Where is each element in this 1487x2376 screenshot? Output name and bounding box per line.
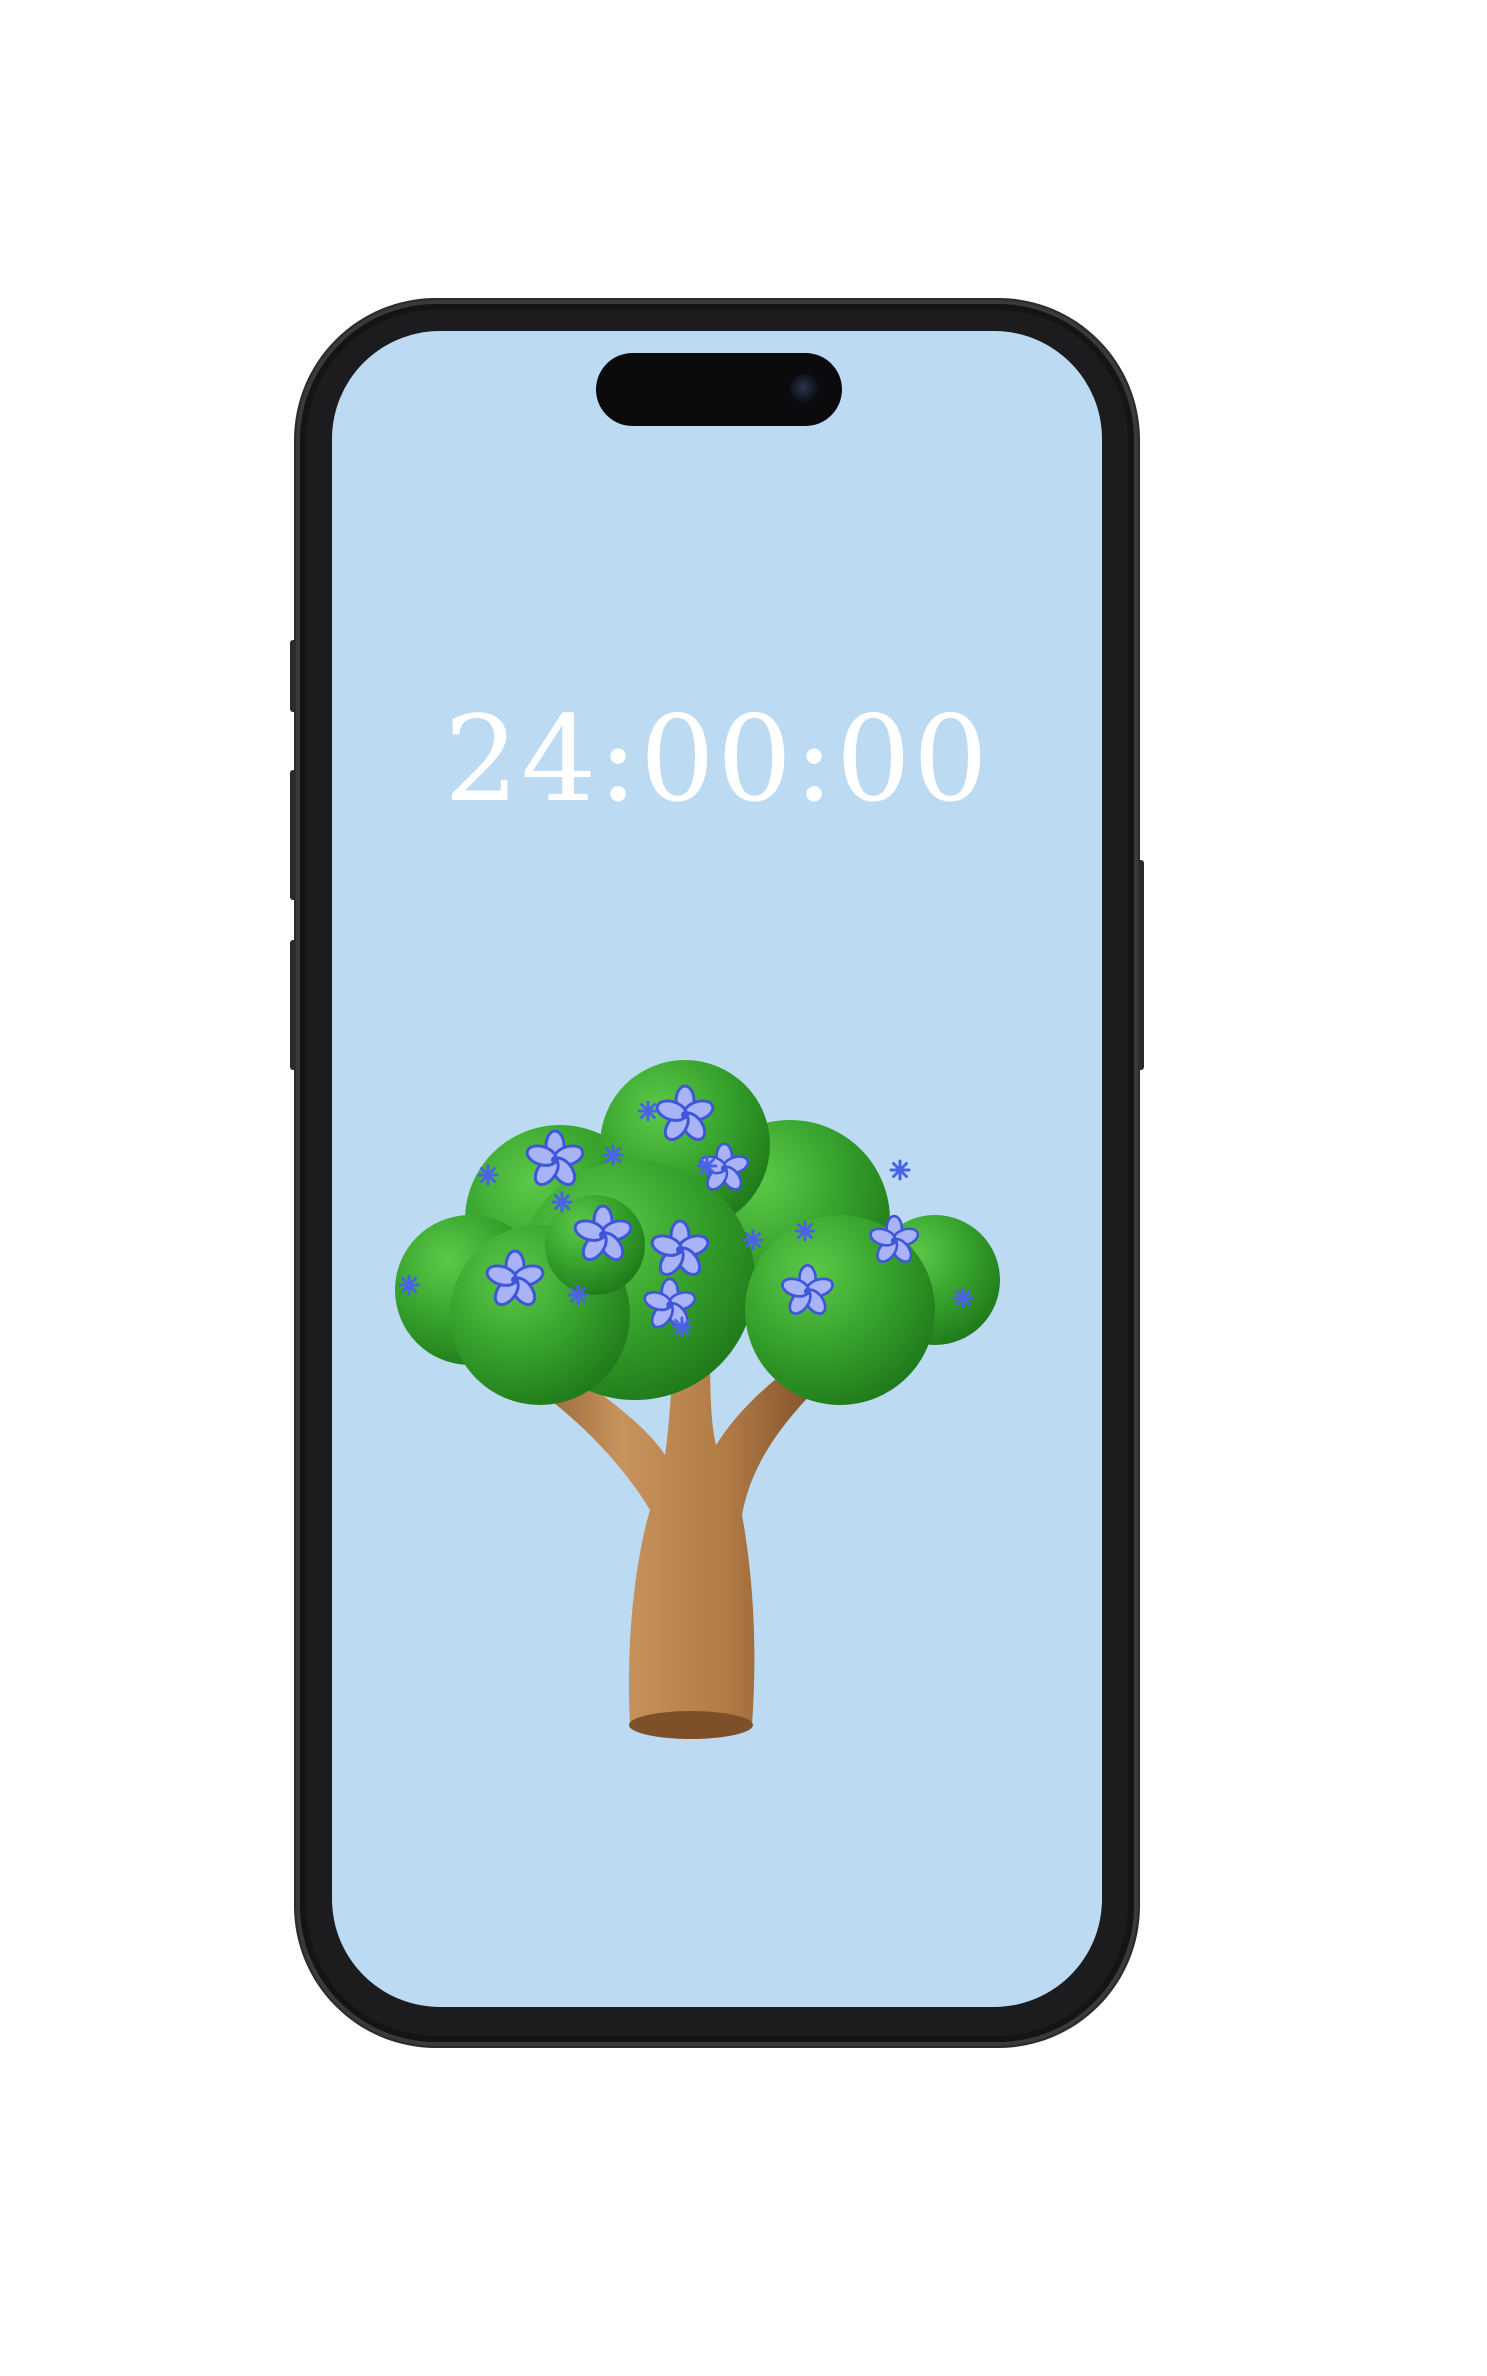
tree-icon [395,1060,1000,1739]
mockup-stage: 24:00:00 [0,0,1487,2376]
dynamic-island [596,353,842,426]
front-camera-icon [790,374,820,404]
lock-screen-clock: 24:00:00 [444,690,990,828]
